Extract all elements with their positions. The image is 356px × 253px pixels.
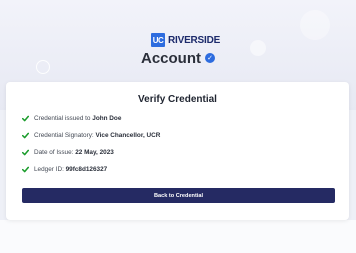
check-icon — [22, 149, 29, 155]
row-value: 99fc8d126327 — [65, 165, 108, 173]
back-to-credential-button[interactable]: Back to Credential — [22, 188, 335, 203]
row-label: Credential issued to — [34, 114, 93, 122]
row-value: Vice Chancellor, UCR — [95, 131, 161, 139]
row-label: Date of Issue: — [34, 148, 76, 156]
uc-logo-mark: UC — [151, 33, 165, 47]
check-icon — [22, 115, 29, 121]
check-icon — [22, 132, 29, 138]
row-value: John Doe — [92, 114, 122, 122]
footer-background — [0, 220, 356, 253]
date-of-issue-row: Date of Issue: 22 May, 2023 — [22, 147, 114, 157]
credential-signatory-row: Credential Signatory: Vice Chancellor, U… — [22, 130, 160, 140]
uc-riverside-logo[interactable]: UC RIVERSIDE — [151, 33, 220, 47]
ledger-id-row: Ledger ID: 99fc8d126327 — [22, 164, 107, 174]
row-label: Credential Signatory: — [34, 131, 96, 139]
account-title-text: Account — [141, 49, 201, 67]
row-value: 22 May, 2023 — [75, 148, 114, 156]
page-title: Account ✓ — [0, 48, 356, 68]
verify-credential-card: Verify Credential Credential issued to J… — [6, 82, 349, 220]
riverside-logo-text: RIVERSIDE — [168, 34, 221, 46]
verified-check-icon: ✓ — [205, 53, 215, 63]
card-title: Verify Credential — [138, 94, 217, 105]
check-icon — [22, 166, 29, 172]
decorative-bubble — [300, 10, 330, 40]
credential-issued-row: Credential issued to John Doe — [22, 113, 121, 123]
row-label: Ledger ID: — [34, 165, 66, 173]
